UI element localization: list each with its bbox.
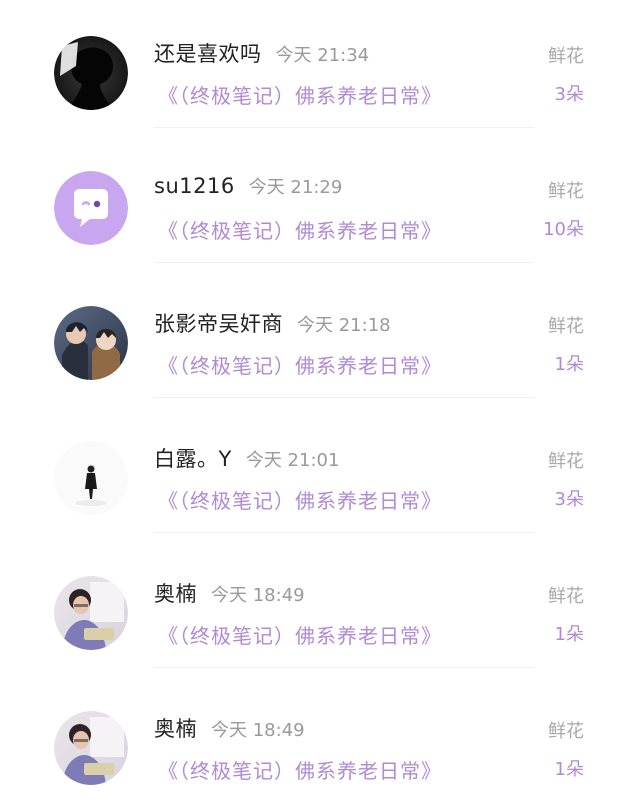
username-text[interactable]: 张影帝吴奸商 (154, 312, 283, 336)
gift-type-label: 鲜花 (548, 721, 584, 742)
gift-list-item[interactable]: su1216 今天 21:29 《（终极笔记）佛系养老日常》 鲜花 10朵 (0, 135, 640, 270)
gift-type-label: 鲜花 (548, 316, 584, 337)
row-divider (154, 667, 534, 668)
gift-count: 10朵 (543, 219, 584, 240)
username[interactable]: 白露。Y 今天 21:01 (154, 443, 339, 473)
book-title-link[interactable]: 《（终极笔记）佛系养老日常》 (158, 215, 442, 244)
timestamp: 今天 18:49 (211, 585, 305, 606)
gift-count: 1朵 (554, 624, 584, 645)
silhouette-figure-avatar[interactable] (54, 441, 128, 515)
dark-profile-avatar[interactable] (54, 36, 128, 110)
username-text[interactable]: 还是喜欢吗 (154, 42, 262, 66)
row-divider (154, 127, 534, 128)
anime-characters-avatar[interactable] (54, 306, 128, 380)
gift-list-item[interactable]: 白露。Y 今天 21:01 《（终极笔记）佛系养老日常》 鲜花 3朵 (0, 405, 640, 540)
gift-count: 3朵 (554, 489, 584, 510)
gift-type-label: 鲜花 (548, 46, 584, 67)
gift-list-item[interactable]: 张影帝吴奸商 今天 21:18 《（终极笔记）佛系养老日常》 鲜花 1朵 (0, 270, 640, 405)
gift-type-label: 鲜花 (548, 181, 584, 202)
person-photo-avatar[interactable] (54, 711, 128, 785)
row-divider (154, 532, 534, 533)
gift-count: 3朵 (554, 84, 584, 105)
username[interactable]: 张影帝吴奸商 今天 21:18 (154, 308, 391, 338)
gift-list-item[interactable]: 奥楠 今天 18:49 《（终极笔记）佛系养老日常》 鲜花 1朵 (0, 675, 640, 810)
timestamp: 今天 21:18 (297, 315, 391, 336)
person-photo-avatar[interactable] (54, 576, 128, 650)
book-title-link[interactable]: 《（终极笔记）佛系养老日常》 (158, 620, 442, 649)
flower-gift-list: 还是喜欢吗 今天 21:34 《（终极笔记）佛系养老日常》 鲜花 3朵 su121… (0, 0, 640, 812)
timestamp: 今天 21:29 (248, 177, 343, 198)
book-title-link[interactable]: 《（终极笔记）佛系养老日常》 (158, 80, 442, 109)
row-divider (154, 397, 534, 398)
book-title-link[interactable]: 《（终极笔记）佛系养老日常》 (158, 350, 442, 379)
row-divider (154, 262, 534, 263)
timestamp: 今天 18:49 (211, 720, 305, 741)
gift-type-label: 鲜花 (548, 451, 584, 472)
gift-count: 1朵 (554, 354, 584, 375)
username[interactable]: 还是喜欢吗 今天 21:34 (154, 38, 369, 68)
username[interactable]: 奥楠 今天 18:49 (154, 578, 305, 608)
book-title-link[interactable]: 《（终极笔记）佛系养老日常》 (158, 755, 442, 784)
username-text[interactable]: 白露。Y (154, 447, 232, 471)
book-title-link[interactable]: 《（终极笔记）佛系养老日常》 (158, 485, 442, 514)
gift-list-item[interactable]: 还是喜欢吗 今天 21:34 《（终极笔记）佛系养老日常》 鲜花 3朵 (0, 0, 640, 135)
username[interactable]: su1216 今天 21:29 (154, 173, 342, 199)
gift-count: 1朵 (554, 759, 584, 780)
username-text[interactable]: 奥楠 (154, 717, 197, 741)
username[interactable]: 奥楠 今天 18:49 (154, 713, 305, 743)
chat-bubble-avatar[interactable] (54, 171, 128, 245)
timestamp: 今天 21:34 (275, 45, 370, 66)
username-text[interactable]: su1216 (154, 174, 235, 198)
gift-list-item[interactable]: 奥楠 今天 18:49 《（终极笔记）佛系养老日常》 鲜花 1朵 (0, 540, 640, 675)
timestamp: 今天 21:01 (245, 450, 340, 471)
gift-type-label: 鲜花 (548, 586, 584, 607)
username-text[interactable]: 奥楠 (154, 582, 197, 606)
